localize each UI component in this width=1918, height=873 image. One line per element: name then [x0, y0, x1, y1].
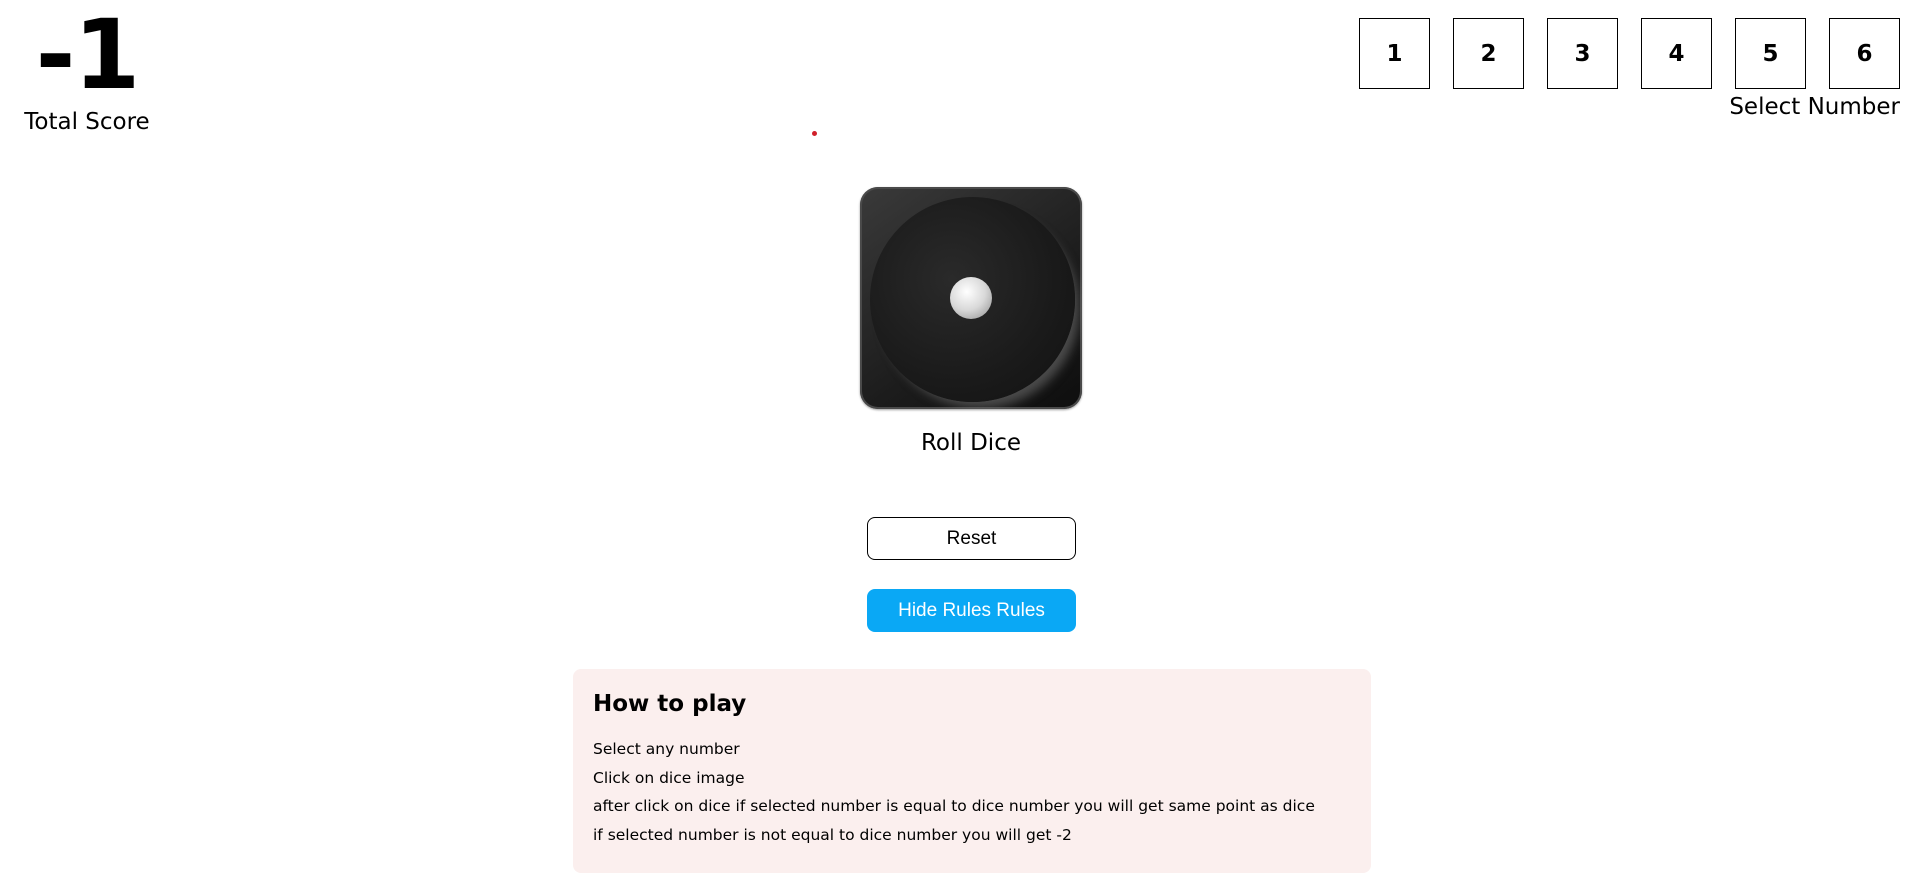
rules-line: Select any number — [593, 740, 740, 758]
number-box-1[interactable]: 1 — [1359, 18, 1430, 89]
rules-line: Click on dice image — [593, 768, 745, 787]
toggle-rules-button[interactable]: Hide Rules Rules — [867, 589, 1076, 632]
number-box-4[interactable]: 4 — [1641, 18, 1712, 89]
select-number-label: Select Number — [1729, 94, 1900, 120]
reset-button[interactable]: Reset — [867, 517, 1076, 560]
rules-line: if selected number is not equal to dice … — [593, 825, 1072, 844]
number-box-5[interactable]: 5 — [1735, 18, 1806, 89]
rules-panel: How to play Select any number Click on d… — [573, 669, 1371, 873]
total-score-value: -1 — [35, 0, 141, 111]
dice-image[interactable] — [860, 187, 1082, 409]
red-dot-marker — [812, 131, 817, 136]
number-box-row: 1 2 3 4 5 6 — [1359, 18, 1900, 89]
number-box-2[interactable]: 2 — [1453, 18, 1524, 89]
dice-face — [860, 187, 1082, 409]
number-box-3[interactable]: 3 — [1547, 18, 1618, 89]
dice-pip — [950, 277, 992, 319]
roll-dice-label: Roll Dice — [920, 430, 1021, 456]
number-selector: 1 2 3 4 5 6 Select Number — [1359, 18, 1900, 123]
total-score-block: -1 Total Score — [22, 6, 152, 136]
rules-line: after click on dice if selected number i… — [593, 797, 1315, 815]
total-score-label: Total Score — [24, 109, 150, 135]
rules-title: How to play — [593, 691, 747, 717]
number-box-6[interactable]: 6 — [1829, 18, 1900, 89]
